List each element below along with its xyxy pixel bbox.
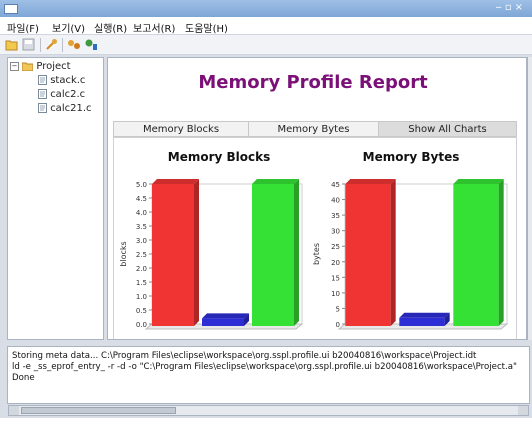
- menu-bar: 파일(F) 보기(V) 실행(R) 보고서(R) 도움말(H): [0, 17, 532, 35]
- toolbar: [0, 35, 532, 55]
- bar-top: [399, 312, 450, 318]
- tree-item-project[interactable]: − Project: [8, 60, 71, 73]
- collapse-icon[interactable]: −: [10, 61, 19, 71]
- tree-file-label: calc2.c: [50, 89, 86, 100]
- y-tick-label: 35: [331, 212, 340, 220]
- save-icon[interactable]: [22, 38, 36, 51]
- bar-side: [194, 179, 199, 326]
- y-tick-label: 45: [331, 181, 340, 189]
- tree-item-file[interactable]: stack.c: [38, 74, 85, 87]
- y-axis-label: bytes: [312, 243, 321, 265]
- folder-icon: [21, 62, 34, 72]
- bar-top: [152, 179, 199, 184]
- console-output: Storing meta data... C:\Program Files\ec…: [7, 346, 530, 404]
- menu-view[interactable]: 보기(V): [52, 20, 85, 35]
- build-icon[interactable]: [45, 38, 59, 51]
- window-controls[interactable]: ‒▫×: [495, 2, 526, 13]
- y-tick-label: 3.0: [136, 237, 147, 245]
- y-tick-label: 1.0: [136, 293, 147, 301]
- bar: [399, 317, 445, 326]
- tab-memory-bytes[interactable]: Memory Bytes: [248, 121, 379, 137]
- y-tick-label: 10: [331, 290, 340, 298]
- window-icon: [4, 4, 18, 14]
- y-tick-label: 2.5: [136, 251, 147, 259]
- tab-show-all-charts[interactable]: Show All Charts: [378, 121, 517, 137]
- y-tick-label: 40: [331, 197, 340, 205]
- y-tick-label: 25: [331, 243, 340, 251]
- bar-side: [390, 179, 396, 326]
- bar-side: [498, 179, 504, 326]
- scroll-right-button[interactable]: [518, 406, 528, 415]
- memory-profile-icon[interactable]: [84, 38, 98, 51]
- bar-top: [202, 313, 249, 319]
- y-tick-label: 20: [331, 259, 340, 267]
- toolbar-separator: [40, 38, 41, 52]
- bar: [252, 184, 294, 326]
- bar-top: [345, 179, 396, 184]
- console-line: Done: [12, 373, 35, 383]
- memory-charts: 0.0 0.5 1.0 1.5 2.0 2.5 3.0 3.5 4.0 4.5 5.0 blocks 0…: [119, 179, 509, 330]
- charts-area: Memory Blocks Memory Bytes 0.0 0.5 1.0 1.5 2…: [113, 137, 517, 339]
- bar: [345, 184, 391, 326]
- y-tick-label: 5.0: [136, 181, 147, 189]
- bar-top: [252, 179, 299, 184]
- status-bar: [0, 418, 532, 436]
- menu-file[interactable]: 파일(F): [7, 20, 39, 35]
- y-tick-label: 1.5: [136, 279, 147, 287]
- y-axis-label: blocks: [119, 241, 128, 266]
- y-tick-label: 5: [336, 305, 340, 313]
- window-title-bar: ‒▫×: [0, 0, 532, 17]
- minimize-icon[interactable]: ‒: [495, 2, 504, 13]
- y-tick-label: 0.0: [136, 321, 147, 329]
- bar-top: [453, 179, 504, 184]
- y-tick-label: 30: [331, 228, 340, 236]
- c-file-icon: [38, 75, 47, 85]
- bar: [202, 318, 244, 326]
- y-tick-label: 15: [331, 274, 340, 282]
- y-tick-label: 0: [336, 321, 340, 329]
- close-icon[interactable]: ×: [515, 2, 526, 13]
- maximize-icon[interactable]: ▫: [505, 2, 515, 13]
- tree-item-file[interactable]: calc2.c: [38, 88, 85, 101]
- y-tick-label: 4.5: [136, 195, 147, 203]
- profile-run-icon[interactable]: [67, 38, 81, 51]
- scroll-thumb[interactable]: [21, 407, 176, 414]
- y-tick-label: 2.0: [136, 265, 147, 273]
- console-line: Storing meta data... C:\Program Files\ec…: [12, 351, 477, 361]
- c-file-icon: [38, 103, 47, 113]
- tree-file-label: calc21.c: [50, 103, 92, 114]
- y-tick-label: 3.5: [136, 223, 147, 231]
- menu-run[interactable]: 실행(R): [94, 20, 127, 35]
- console-horizontal-scrollbar[interactable]: [8, 405, 529, 416]
- bar-side: [294, 179, 299, 326]
- c-file-icon: [38, 89, 47, 99]
- menu-help[interactable]: 도움말(H): [185, 20, 228, 35]
- tree-file-label: stack.c: [50, 75, 86, 86]
- open-folder-icon[interactable]: [5, 38, 19, 51]
- menu-report[interactable]: 보고서(R): [133, 20, 175, 35]
- tree-item-file[interactable]: calc21.c: [38, 102, 92, 115]
- report-title: Memory Profile Report: [198, 72, 428, 93]
- console-line: ld -e _ss_eprof_entry_ -r -d -o "C:\Prog…: [12, 362, 517, 372]
- y-tick-label: 0.5: [136, 307, 147, 315]
- report-tabs: Memory Blocks Memory Bytes Show All Char…: [113, 121, 517, 137]
- bar: [152, 184, 194, 326]
- content-vertical-scrollbar[interactable]: [527, 57, 532, 340]
- y-tick-label: 4.0: [136, 209, 147, 217]
- project-tree: − Project stack.c calc2.c calc21.c: [7, 57, 104, 340]
- tree-root-label: Project: [36, 61, 71, 72]
- bar: [453, 184, 499, 326]
- toolbar-separator: [62, 38, 63, 52]
- scroll-left-button[interactable]: [9, 406, 19, 415]
- report-panel: Memory Profile Report Memory Blocks Memo…: [107, 57, 527, 340]
- tab-memory-blocks[interactable]: Memory Blocks: [113, 121, 249, 137]
